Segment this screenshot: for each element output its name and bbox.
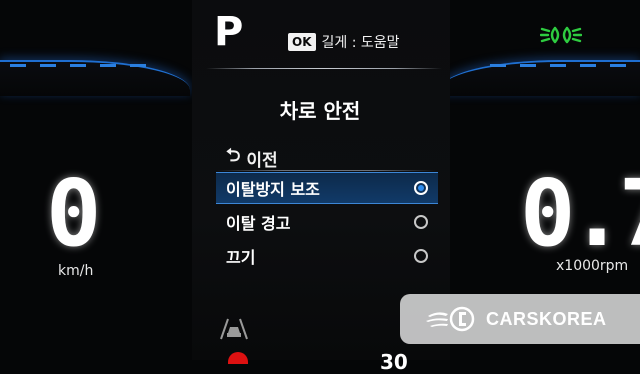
divider-mid: [216, 170, 436, 171]
hint-text: 길게 : 도움말: [321, 35, 400, 51]
instrument-cluster: 0 km/h 0.7 x1000rpm P OK 길게 : 도움말 차로 안전 …: [0, 0, 640, 374]
back-arrow-icon: ⮌: [226, 145, 241, 166]
radio-selected-icon[interactable]: [414, 181, 428, 195]
option-lane-departure-warning[interactable]: 이탈 경고: [216, 206, 438, 238]
speedometer-arc: [0, 60, 190, 96]
option-label: 이탈 경고: [226, 214, 291, 233]
option-off[interactable]: 끄기: [216, 240, 438, 272]
divider-top: [206, 68, 442, 69]
watermark-text: CARSKOREA: [486, 308, 607, 329]
back-item[interactable]: ⮌ 이전: [226, 143, 278, 173]
ok-key[interactable]: OK: [288, 33, 316, 51]
gear-indicator: P: [214, 9, 244, 55]
back-label: 이전: [246, 150, 278, 171]
option-label: 끄기: [226, 248, 256, 267]
lane-assist-icon: [220, 318, 248, 340]
radio-icon[interactable]: [414, 249, 428, 263]
option-lane-keeping-assist[interactable]: 이탈방지 보조: [216, 172, 438, 204]
speed-readout: 0: [46, 160, 101, 267]
carskorea-logo-icon: [426, 306, 475, 332]
menu-title: 차로 안전: [279, 99, 361, 123]
ok-hint: OK 길게 : 도움말: [288, 32, 400, 52]
tachometer-arc: [440, 60, 640, 96]
speed-unit: km/h: [58, 263, 94, 279]
rpm-unit: x1000rpm: [556, 258, 629, 274]
headlamp-icon: [540, 26, 582, 44]
watermark: CARSKOREA: [400, 294, 640, 344]
rpm-readout: 0.7: [520, 160, 640, 267]
radio-icon[interactable]: [414, 215, 428, 229]
partial-readout: 30: [380, 350, 408, 374]
option-label: 이탈방지 보조: [226, 180, 320, 199]
